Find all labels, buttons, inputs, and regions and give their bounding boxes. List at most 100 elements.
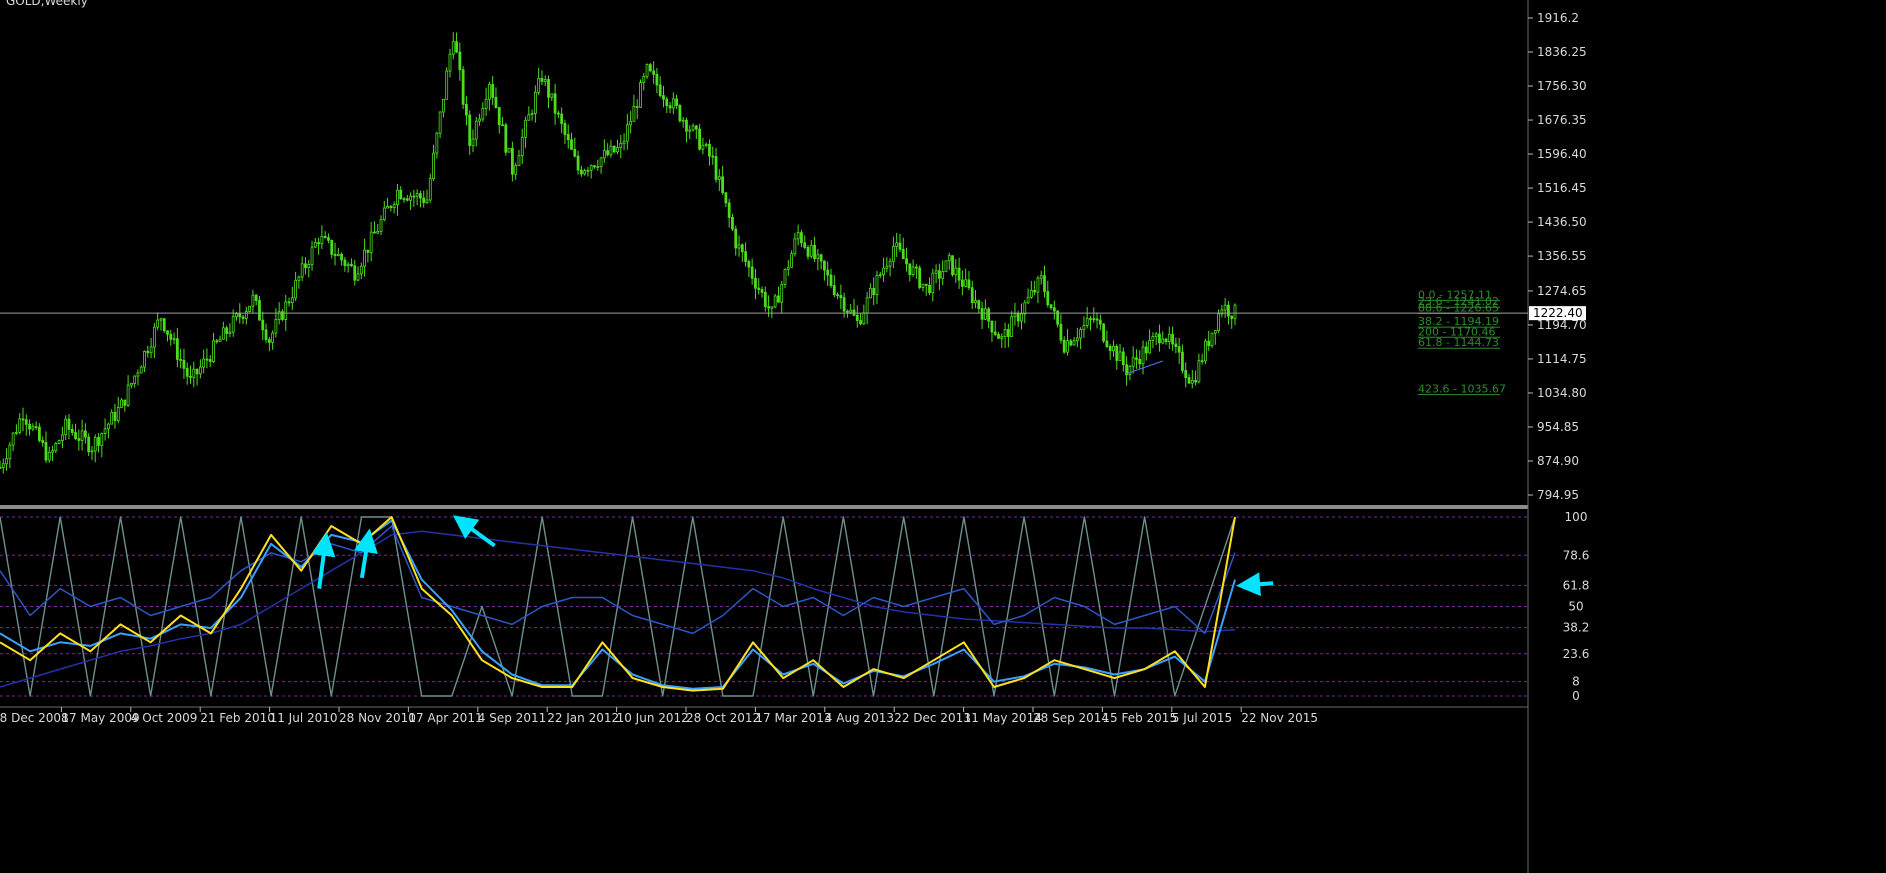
candle-body [1023, 302, 1027, 315]
candle-body [763, 291, 767, 308]
candle-body [310, 246, 314, 265]
candle-body [175, 338, 179, 360]
candle-body [422, 197, 426, 203]
candle-body [714, 156, 718, 180]
candle-body [202, 358, 206, 368]
oscillator-tick-label: 78.6 [1563, 548, 1590, 562]
chart-title: GOLD,Weekly [6, 0, 88, 8]
candle-body [967, 279, 971, 289]
candle-body [432, 152, 435, 180]
candle-body [80, 430, 84, 441]
candle-body [665, 98, 669, 107]
candle-body [267, 339, 271, 343]
candle-body [340, 253, 343, 261]
candle-body [152, 326, 156, 348]
candle-body [629, 120, 633, 126]
candle-body [182, 359, 186, 369]
candle-body [553, 93, 557, 114]
candle-body [740, 244, 744, 253]
candle-body [829, 274, 833, 286]
candle-body [655, 73, 659, 86]
candle-body [809, 244, 813, 257]
price-tick-label: 1756.30 [1537, 79, 1587, 93]
candle-body [1006, 329, 1010, 337]
candle-body [54, 443, 58, 452]
candle-body [353, 265, 357, 281]
candle-body [74, 432, 77, 439]
candle-body [1112, 345, 1115, 352]
candle-body [343, 259, 347, 267]
candle-body [264, 329, 268, 341]
candle-body [928, 284, 931, 294]
candle-body [721, 176, 725, 194]
candle-body [461, 69, 465, 105]
candle-body [685, 119, 688, 132]
price-tick-label: 1596.40 [1537, 147, 1587, 161]
candle-body [708, 143, 711, 157]
time-tick-label: 28 Oct 2012 [686, 711, 760, 725]
candle-body [1158, 333, 1161, 344]
candle-body [905, 258, 908, 265]
arrow-right[interactable] [1236, 572, 1274, 597]
candle-body [960, 279, 964, 287]
candle-body [727, 202, 731, 218]
candle-body [865, 297, 869, 314]
price-tick-label: 1034.80 [1537, 386, 1587, 400]
candle-body [783, 269, 787, 285]
candle-body [777, 295, 780, 303]
candle-body [1144, 346, 1148, 354]
candle-body [225, 327, 229, 334]
candle-body [800, 232, 803, 244]
candle-body [895, 242, 899, 247]
oscillator-tick-label: 61.8 [1563, 578, 1590, 592]
candle-body [1131, 357, 1135, 367]
candle-body [300, 263, 304, 278]
candle-body [675, 98, 679, 106]
candle-body [560, 113, 564, 124]
candle-body [530, 113, 534, 116]
candle-body [619, 142, 623, 148]
candle-body [392, 204, 396, 208]
candle-body [139, 366, 143, 374]
candle-body [248, 305, 252, 313]
candle-body [435, 132, 439, 154]
candle-body [106, 423, 110, 430]
panel-separator[interactable] [0, 505, 1528, 509]
candle-body [1092, 318, 1096, 321]
candle-body [757, 287, 761, 290]
candle-body [261, 319, 265, 331]
candle-body [934, 270, 938, 274]
candle-body [859, 320, 862, 325]
candle-body [297, 276, 301, 281]
candle-body [1052, 307, 1056, 312]
candle-body [8, 444, 12, 460]
candle-body [688, 129, 692, 132]
candle-body [987, 308, 991, 322]
candle-body [77, 438, 81, 441]
candle-body [57, 440, 61, 444]
candle-body [1118, 351, 1122, 361]
candle-body [694, 125, 698, 130]
candle-body [635, 106, 639, 108]
candle-body [780, 283, 784, 303]
candle-body [284, 301, 288, 320]
candle-body [911, 266, 915, 276]
candle-body [359, 265, 363, 275]
candle-body [484, 98, 488, 109]
candle-body [103, 428, 107, 434]
candle-body [425, 199, 429, 203]
candle-body [1033, 289, 1037, 293]
time-tick-label: 10 Jun 2012 [617, 711, 689, 725]
candle-body [1151, 336, 1155, 341]
candle-body [1223, 304, 1227, 311]
candle-body [1171, 333, 1174, 345]
candle-body [832, 285, 836, 296]
candle-body [1043, 275, 1046, 292]
candle-body [0, 466, 2, 469]
candle-body [90, 450, 94, 453]
candle-body [31, 426, 35, 430]
time-tick-label: 17 Apr 2011 [408, 711, 482, 725]
time-tick-label: 17 Mar 2013 [755, 711, 831, 725]
candle-body [514, 165, 518, 175]
price-tick-label: 1516.45 [1537, 181, 1587, 195]
